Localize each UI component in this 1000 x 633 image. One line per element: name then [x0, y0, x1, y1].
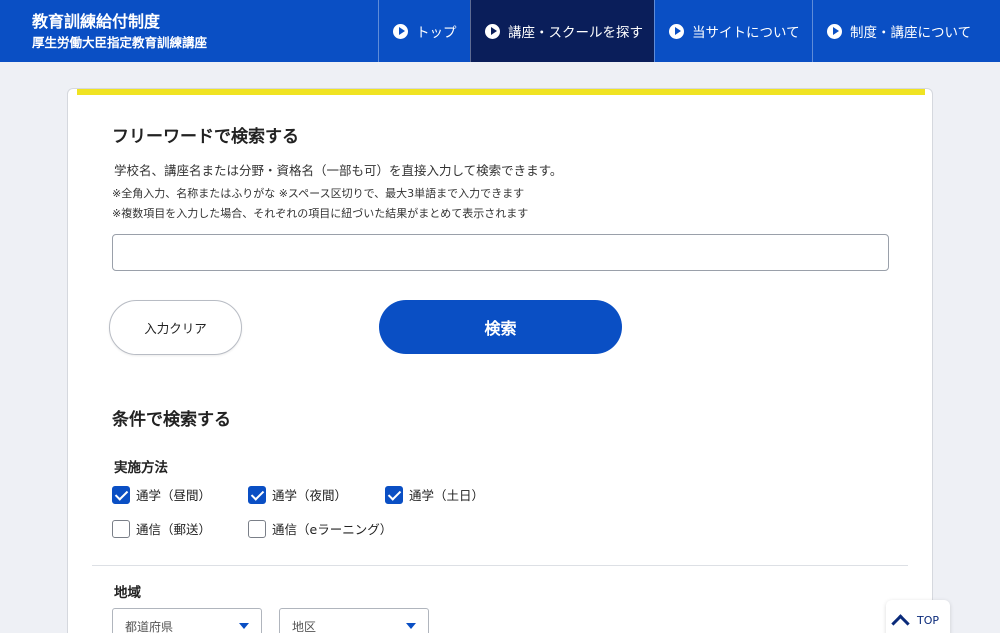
keyword-search-note: ※全角入力、名称またはふりがな ※スペース区切りで、最大3単語まで入力できます: [112, 187, 525, 200]
keyword-search-note: ※複数項目を入力した場合、それぞれの項目に紐づいた結果がまとめて表示されます: [112, 207, 529, 220]
checkbox-label: 通信（eラーニング）: [272, 522, 393, 537]
clear-input-button[interactable]: 入力クリア: [109, 300, 242, 355]
play-circle-icon: [669, 23, 684, 39]
play-circle-icon: [827, 23, 842, 39]
chevron-down-icon: [239, 623, 249, 629]
district-select[interactable]: 地区: [279, 608, 429, 633]
checkbox-label: 通学（土日）: [409, 488, 485, 503]
method-label: 実施方法: [114, 460, 168, 476]
checkbox-checked-icon: [385, 485, 403, 504]
checkbox-checked-icon: [112, 485, 130, 504]
chevron-up-icon: [891, 613, 910, 633]
back-to-top-button[interactable]: TOP: [886, 600, 950, 633]
nav-label: 当サイトについて: [692, 25, 800, 41]
prefecture-select[interactable]: 都道府県: [112, 608, 262, 633]
region-label: 地域: [114, 585, 141, 601]
checkbox-unchecked-icon: [112, 519, 130, 538]
play-circle-icon: [393, 23, 408, 39]
checkbox-label: 通学（夜間）: [272, 488, 348, 503]
global-nav: トップ 講座・スクールを探す 当サイトについて 制度・講座について: [378, 0, 984, 62]
nav-label: トップ: [416, 25, 457, 41]
accent-bar: [77, 89, 925, 95]
checkbox-method-mail[interactable]: 通信（郵送）: [112, 519, 211, 538]
section-divider: [92, 565, 908, 566]
condition-search-heading: 条件で検索する: [112, 410, 231, 430]
district-select-value: 地区: [292, 620, 317, 633]
chevron-down-icon: [406, 623, 416, 629]
prefecture-select-value: 都道府県: [125, 620, 174, 633]
nav-item-about-system[interactable]: 制度・講座について: [812, 0, 984, 62]
site-brand[interactable]: 教育訓練給付制度 厚生労働大臣指定教育訓練講座: [0, 0, 378, 62]
nav-item-top[interactable]: トップ: [378, 0, 470, 62]
search-panel: フリーワードで検索する 学校名、講座名または分野・資格名（一部も可）を直接入力し…: [67, 88, 933, 633]
site-title: 教育訓練給付制度: [32, 12, 161, 31]
checkbox-method-weekend[interactable]: 通学（土日）: [385, 485, 484, 504]
checkbox-label: 通信（郵送）: [136, 522, 212, 537]
checkbox-method-night[interactable]: 通学（夜間）: [248, 485, 347, 504]
nav-label: 制度・講座について: [850, 25, 972, 41]
nav-item-about-site[interactable]: 当サイトについて: [654, 0, 812, 62]
checkbox-checked-icon: [248, 485, 266, 504]
checkbox-unchecked-icon: [248, 519, 266, 538]
search-button[interactable]: 検索: [379, 300, 622, 354]
checkbox-method-elearning[interactable]: 通信（eラーニング）: [248, 519, 392, 538]
nav-item-search-courses[interactable]: 講座・スクールを探す: [470, 0, 654, 62]
nav-label: 講座・スクールを探す: [508, 25, 643, 41]
keyword-search-input[interactable]: [112, 234, 889, 271]
site-subtitle: 厚生労働大臣指定教育訓練講座: [32, 35, 208, 50]
site-header: 教育訓練給付制度 厚生労働大臣指定教育訓練講座 トップ 講座・スクールを探す 当…: [0, 0, 1000, 62]
checkbox-label: 通学（昼間）: [136, 488, 212, 503]
keyword-search-description: 学校名、講座名または分野・資格名（一部も可）を直接入力して検索できます。: [114, 163, 563, 178]
keyword-search-heading: フリーワードで検索する: [112, 127, 299, 147]
back-to-top-label: TOP: [917, 613, 940, 627]
play-circle-icon: [485, 23, 500, 39]
checkbox-method-day[interactable]: 通学（昼間）: [112, 485, 211, 504]
